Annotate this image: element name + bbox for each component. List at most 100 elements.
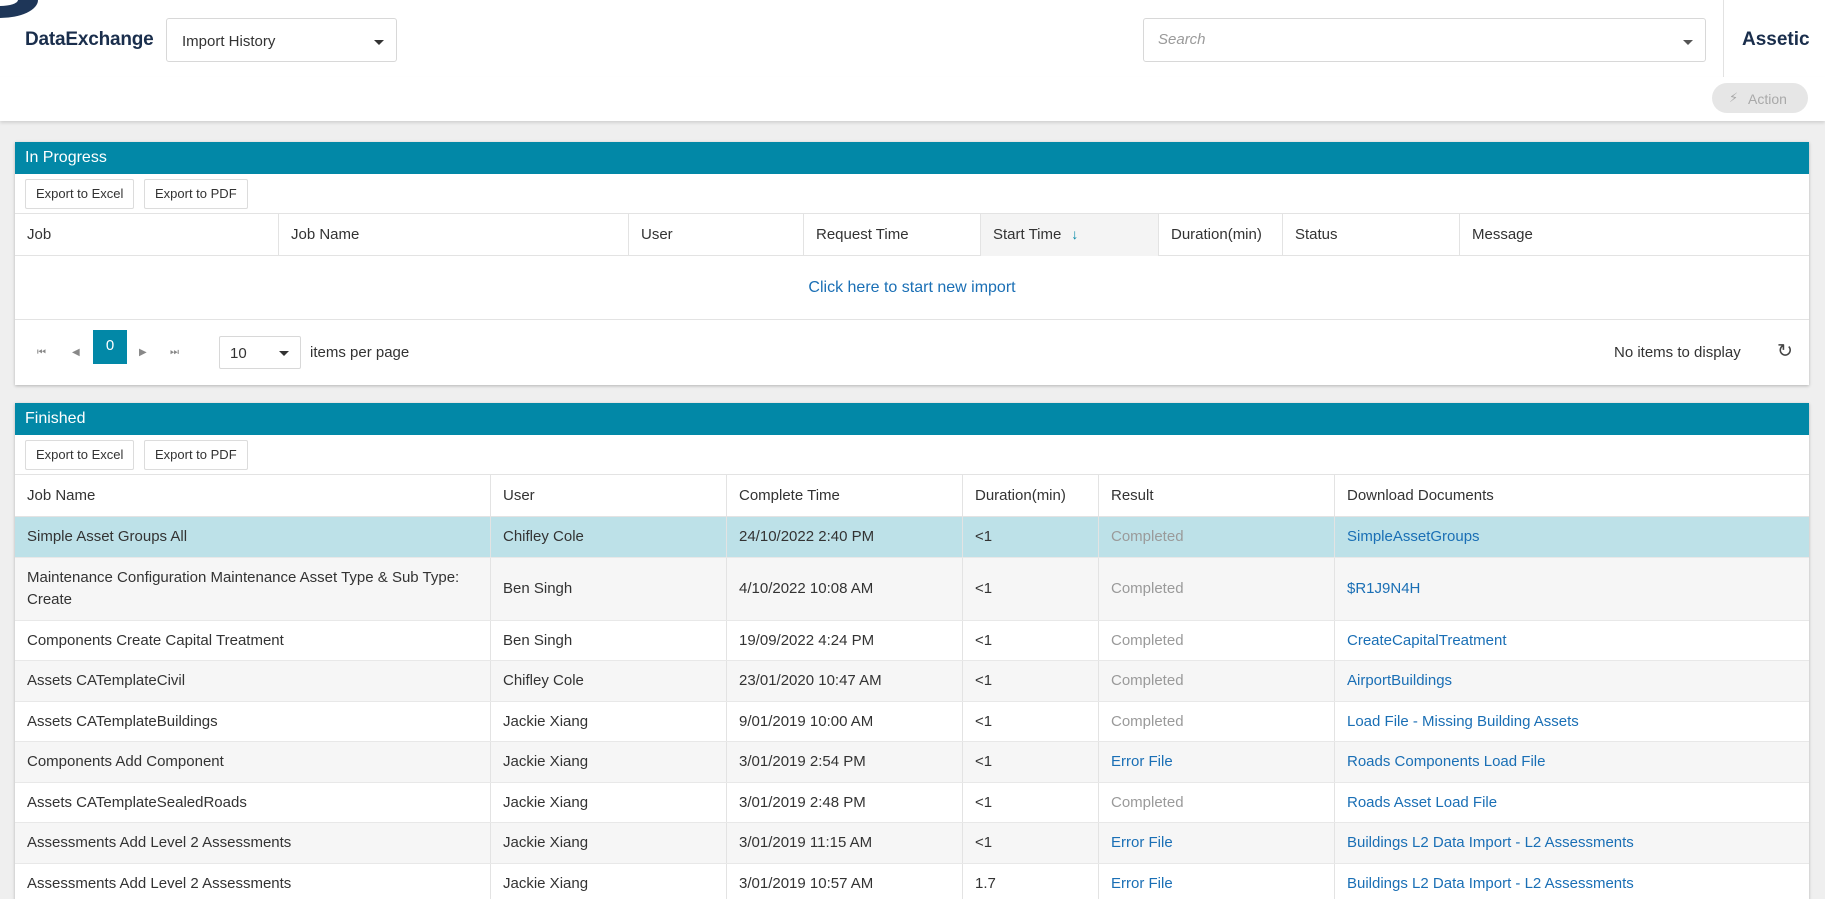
export-excel-button[interactable]: Export to Excel (25, 440, 135, 470)
cell-result: Completed (1098, 661, 1334, 701)
column-header-start-time[interactable]: Start Time ↓ (980, 214, 1158, 256)
cell-result: Completed (1098, 517, 1334, 557)
action-button[interactable]: ⚡︎ Action (1712, 83, 1808, 113)
cell-user: Jackie Xiang (490, 702, 726, 741)
cell-complete-time: 3/01/2019 11:15 AM (726, 823, 962, 863)
cell-job-name: Assessments Add Level 2 Assessments (27, 834, 292, 851)
cell-download-document[interactable]: Load File - Missing Building Assets (1334, 702, 1809, 741)
table-row[interactable]: Assessments Add Level 2 Assessments Jacki… (15, 864, 1809, 899)
app-name: DataExchange (25, 29, 154, 50)
cell-download-document[interactable]: $R1J9N4H (1334, 558, 1809, 620)
table-row[interactable]: Maintenance Configuration Maintenance As… (15, 558, 1809, 621)
top-header: DataExchange Import History Assetic (0, 0, 1825, 77)
column-header-user[interactable]: User (490, 475, 726, 517)
cell-download-document[interactable]: SimpleAssetGroups (1334, 517, 1809, 557)
cell-result: Completed (1098, 783, 1334, 822)
refresh-icon[interactable]: ↻ (1777, 340, 1793, 363)
bolt-icon: ⚡︎ (1729, 90, 1739, 105)
cell-download-document[interactable]: Buildings L2 Data Import - L2 Assessment… (1334, 823, 1809, 863)
next-page-icon[interactable]: ▶︎ (139, 347, 147, 358)
column-header-job[interactable]: Job (15, 214, 278, 256)
cell-user: Ben Singh (490, 621, 726, 660)
page-size-dropdown[interactable]: 10 (219, 336, 301, 369)
cell-download-document[interactable]: Roads Components Load File (1334, 742, 1809, 782)
column-header-request-time[interactable]: Request Time (803, 214, 980, 256)
brand-corner-accent (0, 0, 38, 18)
column-header-status[interactable]: Status (1282, 214, 1459, 256)
chevron-down-icon[interactable] (1683, 40, 1693, 45)
chevron-down-icon (374, 40, 384, 45)
export-pdf-button[interactable]: Export to PDF (144, 440, 248, 470)
table-row[interactable]: Components Create Capital Treatment Ben S… (15, 621, 1809, 661)
table-row[interactable]: Components Add Component Jackie Xiang 3/01… (15, 742, 1809, 783)
cell-duration: <1 (962, 517, 1098, 557)
action-bar: ⚡︎ Action (0, 77, 1825, 121)
cell-complete-time: 19/09/2022 4:24 PM (726, 621, 962, 660)
cell-download-document[interactable]: CreateCapitalTreatment (1334, 621, 1809, 660)
cell-job-name: Assets CATemplateCivil (27, 672, 186, 689)
column-header-duration[interactable]: Duration(min) (962, 475, 1098, 517)
search-input[interactable] (1158, 31, 1658, 48)
error-file-link[interactable]: Error File (1098, 742, 1334, 782)
chevron-down-icon (279, 351, 289, 356)
table-row[interactable]: Assets CATemplateCivil Chifley Cole 23/01/… (15, 661, 1809, 702)
view-selector-value: Import History (182, 33, 276, 50)
cell-duration: <1 (962, 558, 1098, 620)
cell-duration: <1 (962, 702, 1098, 741)
cell-complete-time: 3/01/2019 10:57 AM (726, 864, 962, 899)
grid-toolbar: Export to Excel Export to PDF (15, 435, 1809, 475)
cell-duration: <1 (962, 742, 1098, 782)
cell-duration: <1 (962, 823, 1098, 863)
cell-user: Jackie Xiang (490, 742, 726, 782)
column-header-job-name[interactable]: Job Name (15, 475, 490, 517)
column-header-label: Start Time (993, 226, 1062, 243)
last-page-icon[interactable]: ⏭︎ (170, 347, 179, 358)
error-file-link[interactable]: Error File (1098, 823, 1334, 863)
search-combobox[interactable] (1143, 18, 1706, 62)
grid-header: Job Name User Complete Time Duration(min… (15, 475, 1809, 517)
cell-duration: <1 (962, 661, 1098, 701)
export-excel-button[interactable]: Export to Excel (25, 179, 135, 209)
cell-job-name: Simple Asset Groups All (27, 528, 188, 545)
cell-job-name: Components Add Component (27, 753, 224, 770)
column-header-download-documents[interactable]: Download Documents (1334, 475, 1809, 517)
first-page-icon[interactable]: ⏮︎ (37, 347, 46, 358)
cell-duration: 1.7 (962, 864, 1098, 899)
column-header-duration[interactable]: Duration(min) (1158, 214, 1282, 256)
assetic-logo: Assetic (1742, 29, 1810, 50)
panel-title: Finished (15, 403, 1809, 435)
panel-title: In Progress (15, 142, 1809, 174)
start-new-import-link[interactable]: Click here to start new import (808, 279, 1015, 296)
action-button-label: Action (1748, 91, 1787, 107)
cell-job-name: Components Create Capital Treatment (27, 631, 284, 649)
column-header-complete-time[interactable]: Complete Time (726, 475, 962, 517)
export-pdf-button[interactable]: Export to PDF (144, 179, 248, 209)
table-row[interactable]: Assessments Add Level 2 Assessments Jacki… (15, 823, 1809, 864)
current-page-button[interactable]: 0 (93, 330, 127, 364)
table-row[interactable]: Simple Asset Groups All Chifley Cole 24/10… (15, 517, 1809, 558)
finished-panel: Finished Export to Excel Export to PDF J… (15, 403, 1809, 899)
view-selector-dropdown[interactable]: Import History (166, 18, 397, 62)
table-row[interactable]: Assets CATemplateSealedRoads Jackie Xiang… (15, 783, 1809, 823)
cell-download-document[interactable]: Buildings L2 Data Import - L2 Assessment… (1334, 864, 1809, 899)
column-header-user[interactable]: User (628, 214, 803, 256)
empty-state-row: Click here to start new import (15, 256, 1809, 320)
pager-status: No items to display (1614, 344, 1741, 361)
column-header-message[interactable]: Message (1459, 214, 1809, 256)
in-progress-panel: In Progress Export to Excel Export to PD… (15, 142, 1809, 385)
sort-descending-icon: ↓ (1071, 226, 1079, 242)
previous-page-icon[interactable]: ◀︎ (72, 347, 80, 358)
cell-duration: <1 (962, 621, 1098, 660)
cell-complete-time: 9/01/2019 10:00 AM (726, 702, 962, 741)
error-file-link[interactable]: Error File (1098, 864, 1334, 899)
cell-complete-time: 24/10/2022 2:40 PM (726, 517, 962, 557)
column-header-result[interactable]: Result (1098, 475, 1334, 517)
page-size-label: items per page (310, 344, 410, 361)
table-row[interactable]: Assets CATemplateBuildings Jackie Xiang 9/… (15, 702, 1809, 742)
cell-download-document[interactable]: AirportBuildings (1334, 661, 1809, 701)
header-divider (1723, 0, 1724, 77)
cell-job-name: Assessments Add Level 2 Assessments (27, 874, 292, 892)
cell-download-document[interactable]: Roads Asset Load File (1334, 783, 1809, 822)
grid-toolbar: Export to Excel Export to PDF (15, 174, 1809, 214)
column-header-job-name[interactable]: Job Name (278, 214, 628, 256)
